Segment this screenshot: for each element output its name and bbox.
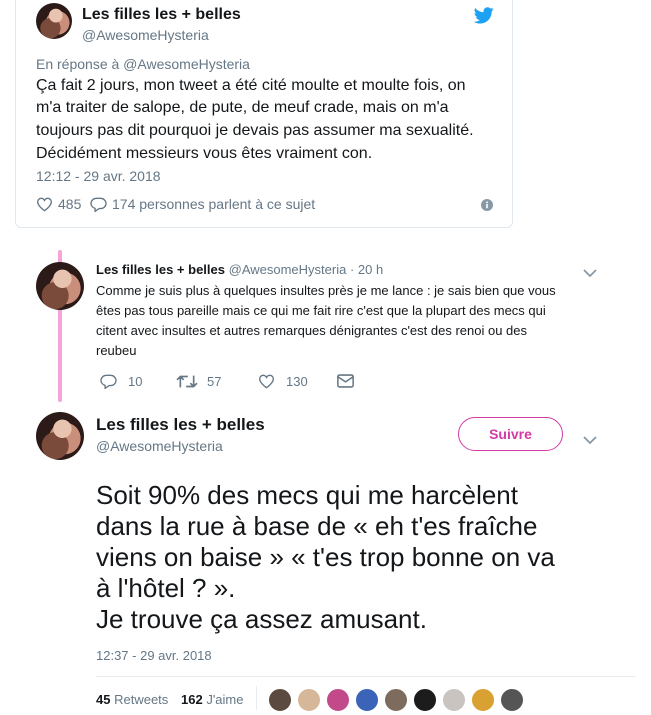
main-text-line: à l'hôtel ? ». [96, 573, 236, 603]
chevron-down-icon[interactable] [583, 265, 597, 283]
divider [256, 686, 257, 710]
heart-icon [258, 374, 275, 389]
liker-avatar[interactable] [268, 688, 292, 712]
retweets-count: 45 [96, 692, 111, 707]
liker-avatar[interactable] [326, 688, 350, 712]
card-text-line: Ça fait 2 jours, mon tweet a été cité mo… [36, 77, 466, 94]
reply-text-line: citent avec insultes et autres remarques… [96, 323, 527, 338]
avatar[interactable] [36, 412, 84, 460]
retweet-icon [176, 375, 198, 388]
reply-text-line: êtes pas tous pareille mais ce qui me fa… [96, 303, 546, 318]
liker-avatar[interactable] [384, 688, 408, 712]
direct-message-icon[interactable] [337, 374, 354, 393]
info-icon[interactable] [481, 198, 493, 216]
avatar[interactable] [36, 3, 72, 39]
card-replies-action[interactable]: 174 personnes parlent à ce sujet [90, 196, 315, 212]
follow-button[interactable]: Suivre [458, 417, 563, 451]
card-text-line: m'a traiter de salope, de pute, de meuf … [36, 99, 449, 116]
author-handle[interactable]: @AwesomeHysteria [96, 438, 223, 454]
card-text-line: Décidément messieurs vous êtes vraiment … [36, 145, 373, 162]
divider [96, 676, 636, 677]
author-name[interactable]: Les filles les + belles [96, 415, 265, 435]
comment-icon [90, 197, 107, 212]
card-replies-text: 174 personnes parlent à ce sujet [112, 196, 316, 212]
avatar[interactable] [36, 262, 84, 310]
author-handle[interactable]: @AwesomeHysteria [82, 27, 209, 43]
main-text-line: Je trouve ça assez amusant. [96, 604, 427, 634]
main-text-line: dans la rue à base de « eh t'es fraîche [96, 511, 538, 541]
card-timestamp[interactable]: 12:12 - 29 avr. 2018 [36, 168, 161, 184]
retweet-action[interactable]: 57 [176, 374, 221, 389]
likes-count: 162 [181, 692, 203, 707]
reply-text-line: reubeu [96, 343, 137, 358]
like-count: 130 [286, 374, 308, 389]
likes-label: J'aime [206, 692, 244, 707]
card-text-line: toujours pas dit pourquoi je devais pas … [36, 122, 474, 139]
main-text-line: Soit 90% des mecs qui me harcèlent [96, 480, 518, 510]
chevron-down-icon[interactable] [583, 432, 597, 450]
reply-text-line: Comme je suis plus à quelques insultes p… [96, 283, 556, 298]
reply-action[interactable]: 10 [100, 374, 142, 389]
twitter-bird-icon[interactable] [473, 7, 494, 29]
card-like-count: 485 [58, 196, 82, 212]
liker-avatar[interactable] [500, 688, 524, 712]
author-handle-time[interactable]: @AwesomeHysteria · 20 h [229, 262, 384, 277]
liker-avatar[interactable] [442, 688, 466, 712]
liker-avatar[interactable] [471, 688, 495, 712]
main-timestamp[interactable]: 12:37 - 29 avr. 2018 [96, 648, 212, 663]
reply-count: 10 [128, 374, 143, 389]
main-text-line: viens on baise » « t'es trop bonne on va [96, 542, 555, 572]
retweet-count: 57 [207, 374, 222, 389]
card-like-action[interactable]: 485 [36, 196, 81, 212]
likers-avatar-row[interactable] [268, 688, 530, 714]
retweets-stat[interactable]: 45 Retweets [96, 692, 168, 707]
retweets-label: Retweets [114, 692, 169, 707]
liker-avatar[interactable] [297, 688, 321, 712]
like-action[interactable]: 130 [258, 374, 308, 389]
reply-to-label[interactable]: En réponse à @AwesomeHysteria [36, 56, 250, 72]
reply-header[interactable]: Les filles les + belles @AwesomeHysteria… [96, 262, 383, 277]
author-name[interactable]: Les filles les + belles [82, 6, 241, 24]
likes-stat[interactable]: 162 J'aime [181, 692, 244, 707]
comment-icon [100, 374, 117, 389]
main-tweet-text: Soit 90% des mecs qui me harcèlent dans … [96, 480, 636, 635]
heart-icon [36, 197, 53, 211]
liker-avatar[interactable] [355, 688, 379, 712]
author-name[interactable]: Les filles les + belles [96, 262, 225, 277]
liker-avatar[interactable] [413, 688, 437, 712]
